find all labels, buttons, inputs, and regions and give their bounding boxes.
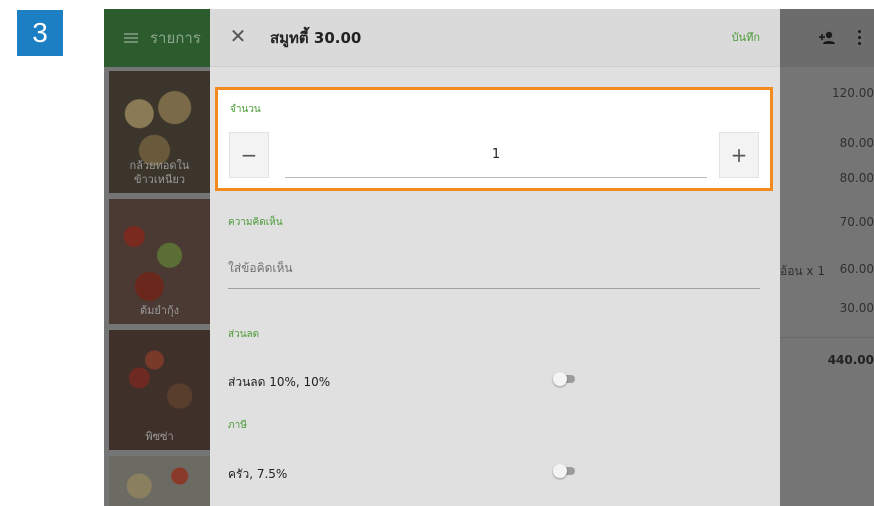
order-price: 120.00 — [832, 86, 874, 100]
kebab-menu-icon[interactable] — [858, 30, 862, 46]
item-edit-dialog: ✕ สมูทตี้ 30.00 บันทึก จำนวน − 1 + ความค… — [210, 9, 780, 506]
order-price: 80.00 — [839, 136, 874, 150]
order-price: 60.00 — [839, 262, 874, 276]
left-header-title: รายการ — [150, 29, 201, 47]
screenshot-stage: 3 รายการ กล้วยทอดใน ข้าวเหนียว ต้มยำกุ้ง… — [0, 0, 874, 506]
product-label-line: ข้าวเหนียว — [133, 173, 186, 186]
dialog-title: สมูทตี้ 30.00 — [270, 29, 362, 47]
quantity-decrement-button[interactable]: − — [229, 132, 269, 178]
tax-label: ภาษี — [228, 420, 247, 431]
dialog-header: ✕ สมูทตี้ 30.00 บันทึก — [210, 9, 780, 67]
toggle-thumb — [553, 372, 567, 386]
order-price: 30.00 — [839, 301, 874, 315]
pos-app: รายการ กล้วยทอดใน ข้าวเหนียว ต้มยำกุ้ง พ… — [104, 9, 874, 506]
quantity-section: จำนวน − 1 + — [215, 87, 773, 191]
product-label: พิซซ่า — [145, 430, 174, 443]
product-tile[interactable]: ต้มยำกุ้ง — [109, 199, 210, 324]
product-label-line: กล้วยทอดใน — [129, 159, 190, 172]
toggle-thumb — [553, 464, 567, 478]
product-tile[interactable]: กล้วยทอดใน ข้าวเหนียว — [109, 71, 210, 193]
hamburger-icon[interactable] — [124, 33, 138, 43]
left-header: รายการ — [104, 9, 210, 67]
close-icon[interactable]: ✕ — [227, 25, 249, 47]
minus-icon: − — [240, 143, 258, 167]
product-tile[interactable]: พิซซ่า — [109, 330, 210, 450]
discount-label: ส่วนลด — [228, 329, 260, 340]
quantity-label: จำนวน — [230, 104, 261, 115]
order-total: 440.00 — [827, 353, 874, 367]
discount-option-text: ส่วนลด 10%, 10% — [228, 375, 331, 389]
comment-label: ความคิดเห็น — [228, 217, 283, 228]
product-label: ต้มยำกุ้ง — [139, 304, 180, 317]
step-badge: 3 — [17, 10, 63, 56]
comment-input[interactable]: ใส่ข้อคิดเห็น — [228, 249, 760, 289]
tax-toggle[interactable] — [553, 464, 577, 478]
order-price: 70.00 — [839, 215, 874, 229]
plus-icon: + — [730, 143, 748, 167]
tax-option-text: ครัว, 7.5% — [228, 467, 288, 481]
add-person-icon[interactable] — [818, 29, 836, 47]
product-label: กล้วยทอดใน ข้าวเหนียว — [109, 159, 210, 187]
order-price: 80.00 — [839, 171, 874, 185]
order-divider — [780, 337, 874, 338]
product-tile[interactable] — [109, 456, 210, 506]
quantity-increment-button[interactable]: + — [719, 132, 759, 178]
discount-toggle[interactable] — [553, 372, 577, 386]
step-number: 3 — [32, 17, 48, 48]
quantity-input[interactable]: 1 — [285, 132, 707, 178]
save-button[interactable]: บันทึก — [732, 28, 760, 46]
